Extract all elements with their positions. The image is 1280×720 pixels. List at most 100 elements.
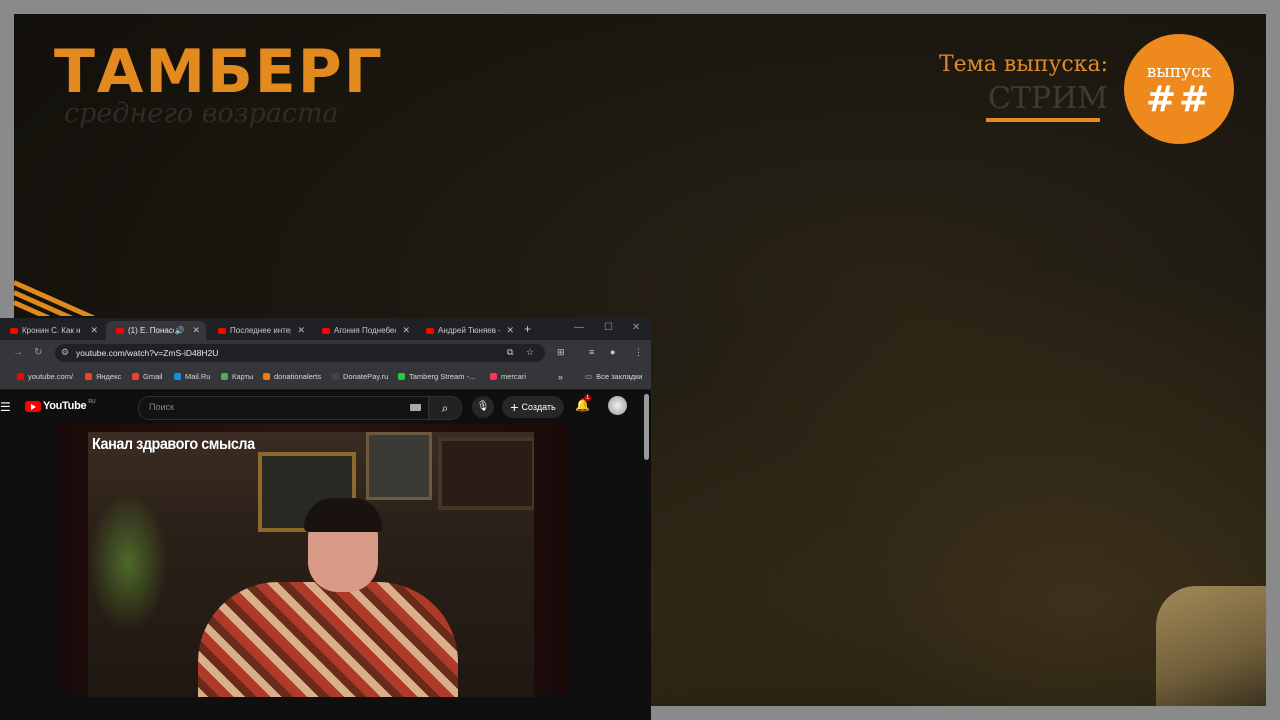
close-window-icon[interactable]: ✕ [632,322,640,333]
bookmark-item[interactable]: DonatePay.ru [332,372,388,381]
video-painting [438,437,534,510]
bookmark-favicon [490,373,497,380]
search-button[interactable]: ⌕ [428,396,462,420]
bookmark-favicon [174,373,181,380]
browser-window: Кронин С. Как н ✕ (1) Е. Понасен 🔊 ✕ Пос… [0,318,651,720]
bookmark-favicon [17,373,24,380]
bookmark-item[interactable]: Gmail [132,372,163,381]
bookmark-label: youtube.com/ [28,372,74,381]
youtube-favicon [116,327,124,334]
tab-title: Последнее интер [230,326,292,335]
close-tab-icon[interactable]: ✕ [506,325,514,336]
youtube-header: ☰ YouTube RU Поиск ⌕ 🎙 + Создать 🔔 1 [0,390,651,424]
bookmark-favicon [132,373,139,380]
badge-number: ## [1145,79,1213,120]
folder-icon: ▭ [585,372,593,381]
topic-label: Тема выпуска: [938,52,1108,77]
episode-topic: Тема выпуска: СТРИМ [939,52,1108,122]
bookmark-item[interactable]: Mail.Ru [174,372,210,381]
youtube-play-icon [25,400,41,412]
tab-title: (1) Е. Понасен [128,326,174,335]
all-bookmarks-folder[interactable]: ▭ Все закладки [585,372,642,381]
media-controls-icon[interactable]: ≡ [589,347,594,357]
close-tab-icon[interactable]: ✕ [402,325,410,336]
bookmark-item[interactable]: youtube.com/ [17,372,73,381]
forward-icon[interactable]: → [13,347,23,358]
tab-1[interactable]: Кронин С. Как н ✕ [0,321,104,340]
bookmark-label: Gmail [143,372,163,381]
reload-icon[interactable]: ↻ [34,347,42,358]
notification-count-badge: 1 [584,395,592,401]
plus-icon: + [510,399,519,415]
st-george-ribbon [14,276,104,316]
logo-subtitle: среднего возраста [64,98,339,129]
browser-menu-icon[interactable]: ⋮ [634,347,643,358]
youtube-logo[interactable]: YouTube RU [25,399,96,412]
avatar[interactable] [608,396,627,415]
tab-3[interactable]: Последнее интер ✕ [208,321,311,340]
topic-underline [986,118,1100,122]
tab-strip: Кронин С. Как н ✕ (1) Е. Понасен 🔊 ✕ Пос… [0,318,651,340]
create-label: Создать [521,402,556,412]
youtube-favicon [426,327,434,334]
speaker-icon[interactable]: 🔊 [174,326,184,335]
bookmark-item[interactable]: mercari [490,372,526,381]
topic-value: СТРИМ [987,81,1108,116]
address-bar[interactable]: ⚙ youtube.com/watch?v=ZmS-iD48H2U ⧉ ☆ [55,344,545,362]
video-player[interactable]: Канал здравого смысла [88,432,534,697]
youtube-favicon [10,327,18,334]
more-bookmarks-button[interactable]: » [558,372,563,382]
logo-title: ТАМБЕРГ [54,37,384,107]
bookmark-label: Mail.Ru [185,372,211,381]
bookmark-favicon [263,373,270,380]
bookmark-item[interactable]: Tamberg Stream -... [398,372,475,381]
close-tab-icon[interactable]: ✕ [90,325,98,336]
hamburger-menu-icon[interactable]: ☰ [0,400,11,414]
presenter-hair [304,498,382,532]
bookmark-star-icon[interactable]: ☆ [526,347,534,358]
video-presenter [198,498,458,697]
tab-title: Агония Поднебес [334,326,397,335]
bookmark-favicon [85,373,92,380]
voice-search-button[interactable]: 🎙 [472,396,494,418]
region-code: RU [88,399,96,405]
episode-badge: выпуск ## [1124,34,1234,144]
bookmark-favicon [398,373,405,380]
minimize-icon[interactable]: — [574,322,584,333]
tab-title: Андрей Тюняев - [438,326,501,335]
bookmark-label: donationalerts [274,372,322,381]
tab-5[interactable]: Андрей Тюняев - ✕ [416,321,520,340]
bookmark-item[interactable]: Яндекс [85,372,121,381]
close-tab-icon[interactable]: ✕ [192,325,200,336]
url-text[interactable]: youtube.com/watch?v=ZmS-iD48H2U [76,348,218,358]
tab-4[interactable]: Агония Поднебес ✕ [312,321,416,340]
blanket [1156,586,1266,706]
site-settings-icon[interactable]: ⚙ [61,347,69,358]
tab-2-active[interactable]: (1) Е. Понасен 🔊 ✕ [106,321,206,340]
profile-icon[interactable]: ● [610,347,615,357]
bookmarks-bar: youtube.com/ Яндекс Gmail Mail.Ru Карты … [0,366,651,390]
show-logo: ТАМБЕРГ среднего возраста [54,40,384,129]
close-tab-icon[interactable]: ✕ [297,325,305,336]
youtube-favicon [322,327,330,334]
bookmark-label: DonatePay.ru [343,372,389,381]
presenter-shirt [198,582,458,697]
install-app-icon[interactable]: ⧉ [507,347,513,358]
keyboard-icon[interactable] [410,404,421,411]
bookmark-label: Tamberg Stream -... [409,372,476,381]
new-tab-button[interactable]: + [524,322,531,336]
search-input[interactable]: Поиск [138,396,429,420]
bookmark-item[interactable]: donationalerts [263,372,321,381]
extensions-icon[interactable]: ⊞ [557,347,565,358]
youtube-wordmark: YouTube [43,400,87,412]
bookmark-item[interactable]: Карты [221,372,253,381]
address-bar-row: → ↻ ⚙ youtube.com/watch?v=ZmS-iD48H2U ⧉ … [0,340,651,366]
video-painting [366,432,432,500]
page-scrollbar[interactable] [644,394,649,460]
bookmark-label: mercari [501,372,527,381]
maximize-icon[interactable]: ☐ [604,322,613,333]
video-overlay-title: Канал здравого смысла [92,436,255,453]
bookmark-favicon [332,373,339,380]
create-button[interactable]: + Создать [502,396,564,418]
bookmark-label: Яндекс [96,372,122,381]
